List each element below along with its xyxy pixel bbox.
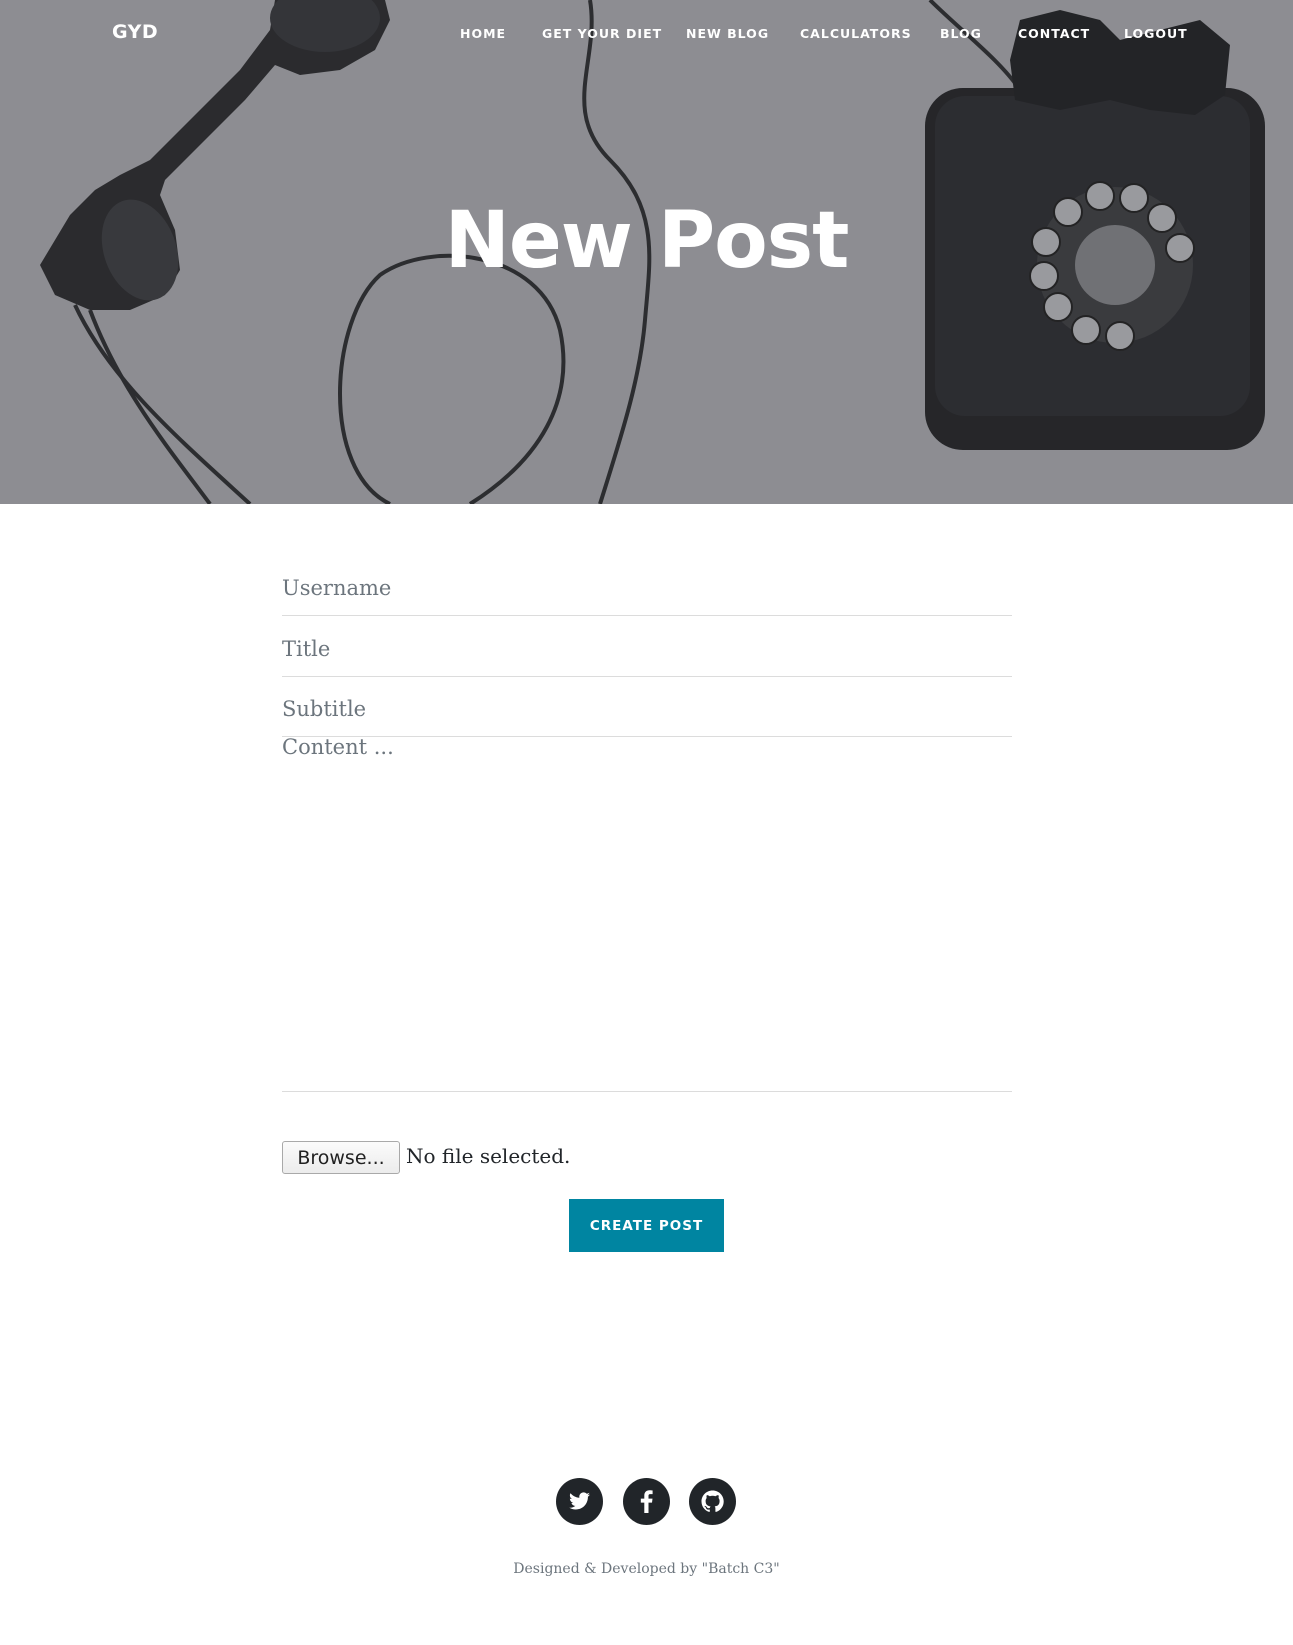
footer-credit: Designed & Developed by "Batch C3" — [513, 1561, 780, 1577]
create-post-button[interactable]: CREATE POST — [569, 1199, 724, 1252]
nav-item-contact[interactable]: CONTACT — [1018, 26, 1090, 41]
nav-item-get-your-diet[interactable]: GET YOUR DIET — [542, 26, 662, 41]
nav-item-logout[interactable]: LOGOUT — [1124, 26, 1188, 41]
page-title: New Post — [444, 196, 850, 286]
nav-item-home[interactable]: HOME — [460, 26, 506, 41]
twitter-link[interactable] — [556, 1478, 603, 1525]
nav-item-calculators[interactable]: CALCULATORS — [800, 26, 912, 41]
username-input[interactable] — [282, 560, 1012, 616]
subtitle-input[interactable] — [282, 681, 1012, 737]
social-links — [0, 1478, 1293, 1525]
github-link[interactable] — [689, 1478, 736, 1525]
content-textarea[interactable] — [282, 735, 1012, 1092]
main-navigation: HOME GET YOUR DIET NEW BLOG CALCULATORS … — [0, 26, 1293, 46]
nav-item-new-blog[interactable]: NEW BLOG — [686, 26, 769, 41]
facebook-link[interactable] — [623, 1478, 670, 1525]
nav-item-blog[interactable]: BLOG — [940, 26, 982, 41]
facebook-icon — [640, 1490, 653, 1513]
page-header: GYD HOME GET YOUR DIET NEW BLOG CALCULAT… — [0, 0, 1293, 504]
github-icon — [701, 1490, 724, 1512]
file-status-text: No file selected. — [406, 1144, 571, 1168]
title-input[interactable] — [282, 621, 1012, 677]
twitter-icon — [569, 1492, 590, 1510]
browse-button[interactable]: Browse... — [282, 1141, 400, 1174]
